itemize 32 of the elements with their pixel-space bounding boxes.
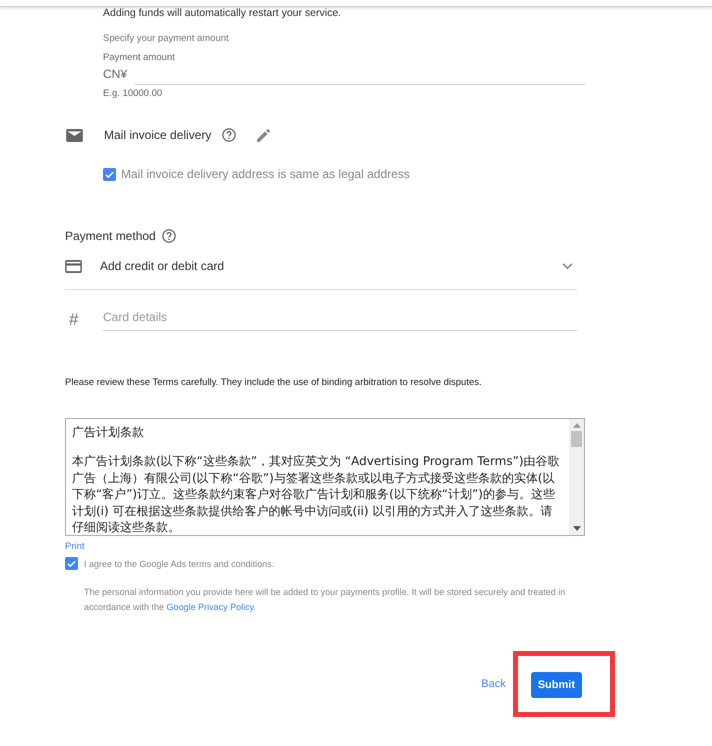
checkbox[interactable]: [103, 168, 116, 180]
notice-text: Adding funds will automatically restart your service.: [103, 7, 342, 19]
print-link[interactable]: Print: [65, 541, 85, 552]
mail-invoice-label: Mail invoice delivery: [104, 128, 212, 142]
scroll-up-icon[interactable]: [572, 423, 580, 428]
envelope-icon: [66, 128, 83, 142]
checkbox-label: I agree to the Google Ads terms and conditions.: [84, 558, 274, 568]
privacy-paragraph: The personal information you provide here will be added to your payments profile. It will be stored securely and treated in accordance with the Google Privacy Policy.: [84, 586, 566, 614]
amount-hint: Specify your payment amount: [103, 33, 230, 44]
amount-label: Payment amount: [103, 52, 176, 63]
privacy-policy-link[interactable]: Google Privacy Policy: [166, 602, 254, 612]
credit-card-icon: [65, 260, 82, 272]
scrollbar[interactable]: [569, 419, 584, 535]
terms-title: 广告计划条款: [72, 424, 145, 441]
help-icon[interactable]: [222, 128, 236, 142]
terms-body: 本广告计划条款(以下称“这些条款”，其对应英文为 “Advertising Program Terms”)由谷歌广告（上海）有限公司(以下称“谷歌”)与签署这些条款或以电子方式接受这些条款的实体(以下称“客户”)订立。这些条款约束客户对谷歌广告计划和服务(以下统称“计划”)的参与。这些计划(i) 可在根据这些条款提供给客户的帐号中访问或(ii) 以引用的方式并入了这些条款。请仔细阅读这些条款。: [72, 453, 561, 535]
payment-method-dropdown[interactable]: Add credit or debit card: [65, 259, 577, 290]
help-icon[interactable]: [162, 229, 176, 243]
checkbox[interactable]: [65, 557, 78, 570]
pencil-icon[interactable]: [256, 127, 272, 143]
submit-button[interactable]: Submit: [530, 672, 582, 698]
amount-helper-text: E.g. 10000.00: [103, 88, 164, 99]
checkbox-label: Mail invoice delivery address is same as legal address: [121, 167, 410, 181]
scroll-down-icon[interactable]: [572, 526, 580, 531]
back-link[interactable]: Back: [481, 678, 506, 690]
chevron-down-icon: [562, 262, 573, 270]
scrollbar-thumb[interactable]: [571, 431, 582, 447]
section-title: Payment method: [65, 229, 156, 243]
currency-prefix: CN¥: [103, 67, 128, 83]
hash-icon: #: [69, 309, 103, 331]
terms-notice: Please review these Terms carefully. They include the use of binding arbitration to resolve disputes.: [65, 377, 483, 388]
terms-text-area[interactable]: [65, 418, 585, 536]
